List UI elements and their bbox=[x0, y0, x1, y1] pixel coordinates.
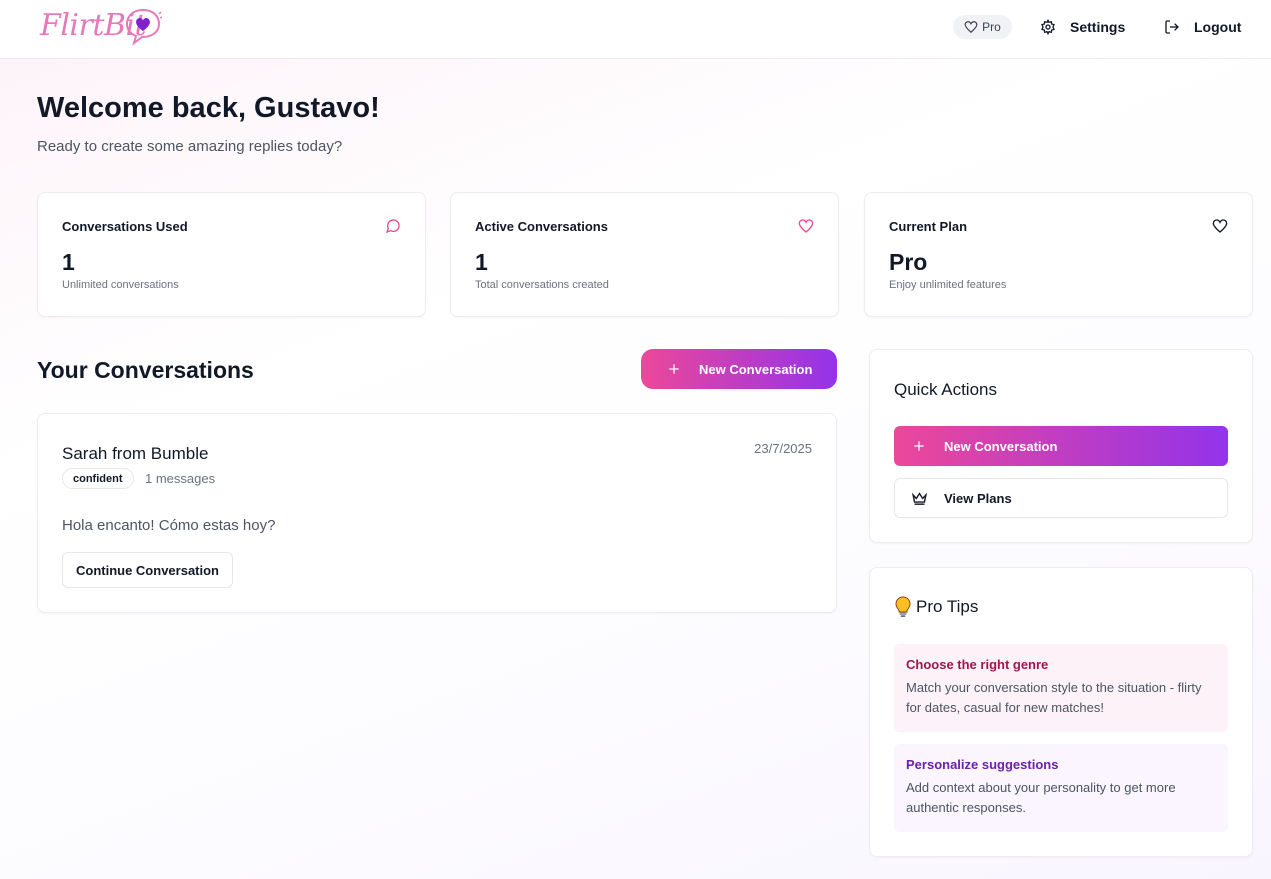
quick-new-conversation-button[interactable]: New Conversation bbox=[894, 426, 1228, 466]
pro-badge-label: Pro bbox=[982, 20, 1001, 34]
message-circle-icon bbox=[385, 219, 400, 234]
message-count: 1 messages bbox=[145, 471, 216, 486]
stat-value: 1 bbox=[62, 249, 75, 275]
stat-label: Active Conversations bbox=[475, 219, 608, 234]
view-plans-label: View Plans bbox=[944, 490, 1012, 506]
settings-button[interactable]: Settings bbox=[1040, 14, 1125, 40]
quick-actions-title: Quick Actions bbox=[894, 380, 997, 399]
tip-text: Match your conversation style to the sit… bbox=[906, 680, 1202, 715]
page-title: Welcome back, Gustavo! bbox=[37, 92, 380, 124]
logout-label: Logout bbox=[1194, 19, 1242, 35]
stat-subtext: Unlimited conversations bbox=[62, 279, 179, 291]
logout-icon bbox=[1165, 20, 1179, 34]
stat-label: Current Plan bbox=[889, 219, 968, 234]
stat-value: Pro bbox=[889, 249, 928, 275]
new-conversation-button[interactable]: New Conversation bbox=[641, 349, 837, 389]
quick-new-conversation-label: New Conversation bbox=[944, 438, 1058, 454]
pro-badge[interactable]: Pro bbox=[953, 15, 1012, 39]
heart-icon bbox=[798, 219, 814, 233]
tip-item: Choose the right genre Match your conver… bbox=[894, 644, 1228, 732]
tip-title: Personalize suggestions bbox=[906, 757, 1059, 772]
logout-button[interactable]: Logout bbox=[1164, 14, 1241, 40]
flirtbit-logo[interactable]: FlirtBit bbox=[40, 6, 162, 46]
stat-value: 1 bbox=[475, 249, 488, 275]
stat-subtext: Enjoy unlimited features bbox=[889, 279, 1007, 291]
gear-icon bbox=[1041, 19, 1055, 35]
stat-card-conversations-used: Conversations Used 1 Unlimited conversat… bbox=[37, 192, 426, 317]
top-navbar: FlirtBit Pro Settings Logout bbox=[0, 0, 1271, 59]
pro-tips-panel: Pro Tips Choose the right genre Match yo… bbox=[869, 567, 1253, 857]
stat-subtext: Total conversations created bbox=[475, 279, 609, 291]
conversation-name: Sarah from Bumble bbox=[62, 444, 209, 463]
pro-tips-title-text: Pro Tips bbox=[916, 597, 979, 616]
continue-conversation-button[interactable]: Continue Conversation bbox=[62, 552, 233, 588]
heart-icon bbox=[1212, 219, 1228, 233]
pro-tips-title: Pro Tips bbox=[894, 596, 978, 618]
conversation-date: 23/7/2025 bbox=[754, 441, 812, 456]
tip-item: Personalize suggestions Add context abou… bbox=[894, 744, 1228, 832]
new-conversation-label: New Conversation bbox=[699, 361, 813, 377]
stat-card-current-plan: Current Plan Pro Enjoy unlimited feature… bbox=[864, 192, 1253, 317]
conversations-heading: Your Conversations bbox=[37, 357, 254, 383]
page-subtitle: Ready to create some amazing replies tod… bbox=[37, 138, 343, 155]
crown-icon bbox=[911, 491, 928, 505]
settings-label: Settings bbox=[1070, 19, 1126, 35]
chat-heart-logo-icon bbox=[125, 8, 162, 46]
stat-card-active-conversations: Active Conversations 1 Total conversatio… bbox=[450, 192, 839, 317]
plus-icon bbox=[669, 364, 679, 374]
conversation-card[interactable]: Sarah from Bumble 23/7/2025 confident 1 … bbox=[37, 413, 837, 613]
last-message-preview: Hola encanto! Cómo estas hoy? bbox=[62, 517, 276, 534]
view-plans-button[interactable]: View Plans bbox=[894, 478, 1228, 518]
heart-icon bbox=[964, 21, 978, 34]
tip-text: Add context about your personality to ge… bbox=[906, 780, 1176, 815]
stat-label: Conversations Used bbox=[62, 219, 188, 234]
plus-icon bbox=[914, 441, 924, 451]
genre-badge: confident bbox=[62, 468, 134, 489]
tip-title: Choose the right genre bbox=[906, 657, 1049, 672]
lightbulb-icon bbox=[895, 596, 911, 617]
quick-actions-panel: Quick Actions New Conversation View Plan… bbox=[869, 349, 1253, 543]
